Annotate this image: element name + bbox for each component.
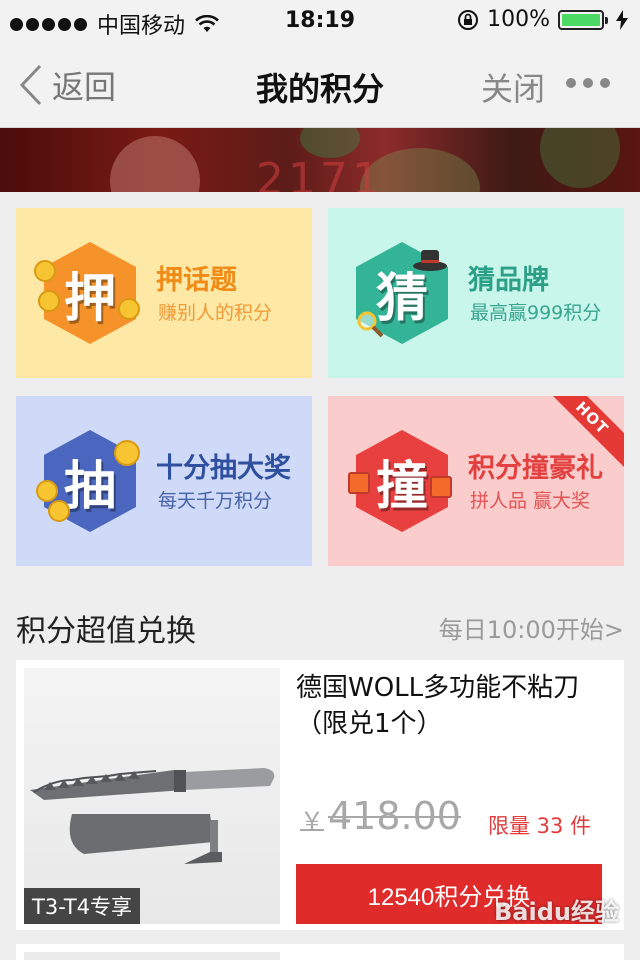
hexagon-badge-icon: 押 <box>34 238 140 348</box>
tile-title: 十分抽大奖 <box>156 453 291 484</box>
section-title: 积分超值兑换 <box>16 614 196 649</box>
magnifier-icon <box>357 311 384 338</box>
section-hint-link[interactable]: 每日10:00开始> <box>439 610 624 645</box>
product-card[interactable]: T3-T4专享 德国WOLL多功能不粘刀（限兑1个） ￥ 418.00 限量 33… <box>16 660 624 930</box>
coin-icon <box>34 260 56 282</box>
chevron-left-icon <box>19 64 42 106</box>
charging-icon <box>616 9 628 30</box>
game-tile-points-gift[interactable]: HOT 撞 积分撞豪礼 拼人品 赢大奖 <box>328 396 624 566</box>
knife-icon <box>30 768 275 864</box>
hexagon-badge-icon: 猜 <box>352 238 452 348</box>
tile-subtitle: 赚别人的积分 <box>158 302 273 324</box>
battery-icon <box>558 9 608 30</box>
tile-title: 积分撞豪礼 <box>468 453 603 484</box>
original-price: ￥ 418.00 <box>300 794 461 838</box>
coin-icon <box>118 298 140 320</box>
tile-subtitle: 拼人品 赢大奖 <box>470 490 591 512</box>
status-bar: 中国移动 18:19 100% <box>0 0 640 40</box>
spinner-icon <box>114 440 140 466</box>
limit-text: 限量 33 件 <box>488 814 592 838</box>
close-button[interactable]: 关闭 <box>481 64 545 110</box>
tile-title: 猜品牌 <box>468 265 549 296</box>
redeem-button[interactable]: 12540积分兑换 <box>296 864 602 924</box>
price-value: 418.00 <box>328 794 461 838</box>
more-dots-icon[interactable] <box>566 78 610 88</box>
game-tile-bet-topic[interactable]: 押 押话题 赚别人的积分 <box>16 208 312 378</box>
product-image <box>24 952 280 960</box>
tile-subtitle: 最高赢999积分 <box>470 302 602 324</box>
game-tile-guess-brand[interactable]: 猜 猜品牌 最高赢999积分 <box>328 208 624 378</box>
hexagon-badge-icon: 撞 <box>348 426 452 536</box>
coin-icon <box>48 500 70 522</box>
product-name: 德国WOLL多功能不粘刀（限兑1个） <box>296 673 580 739</box>
gift-icon <box>430 476 452 498</box>
game-tile-lucky-draw[interactable]: 抽 十分抽大奖 每天千万积分 <box>16 396 312 566</box>
back-label: 返回 <box>52 68 117 106</box>
hexagon-badge-icon: 抽 <box>36 426 140 536</box>
battery-percent: 100% <box>487 7 550 32</box>
rotation-lock-icon <box>458 9 479 30</box>
status-right: 100% <box>457 7 628 32</box>
back-button[interactable]: 返回 <box>18 62 116 108</box>
product-tag: T3-T4专享 <box>24 888 141 924</box>
product-card-next[interactable] <box>16 944 624 960</box>
gift-icon <box>348 472 370 494</box>
tile-title: 押话题 <box>156 265 237 296</box>
product-image: T3-T4专享 <box>24 668 280 924</box>
tile-subtitle: 每天千万积分 <box>158 490 273 512</box>
coin-icon <box>38 290 60 312</box>
hat-icon <box>413 250 447 271</box>
banner-number: 2171 <box>256 154 384 192</box>
promo-banner[interactable]: 2171 <box>0 128 640 192</box>
coin-icon <box>36 480 58 502</box>
currency-symbol: ￥ <box>300 807 324 835</box>
nav-bar: 返回 我的积分 关闭 <box>0 40 640 128</box>
